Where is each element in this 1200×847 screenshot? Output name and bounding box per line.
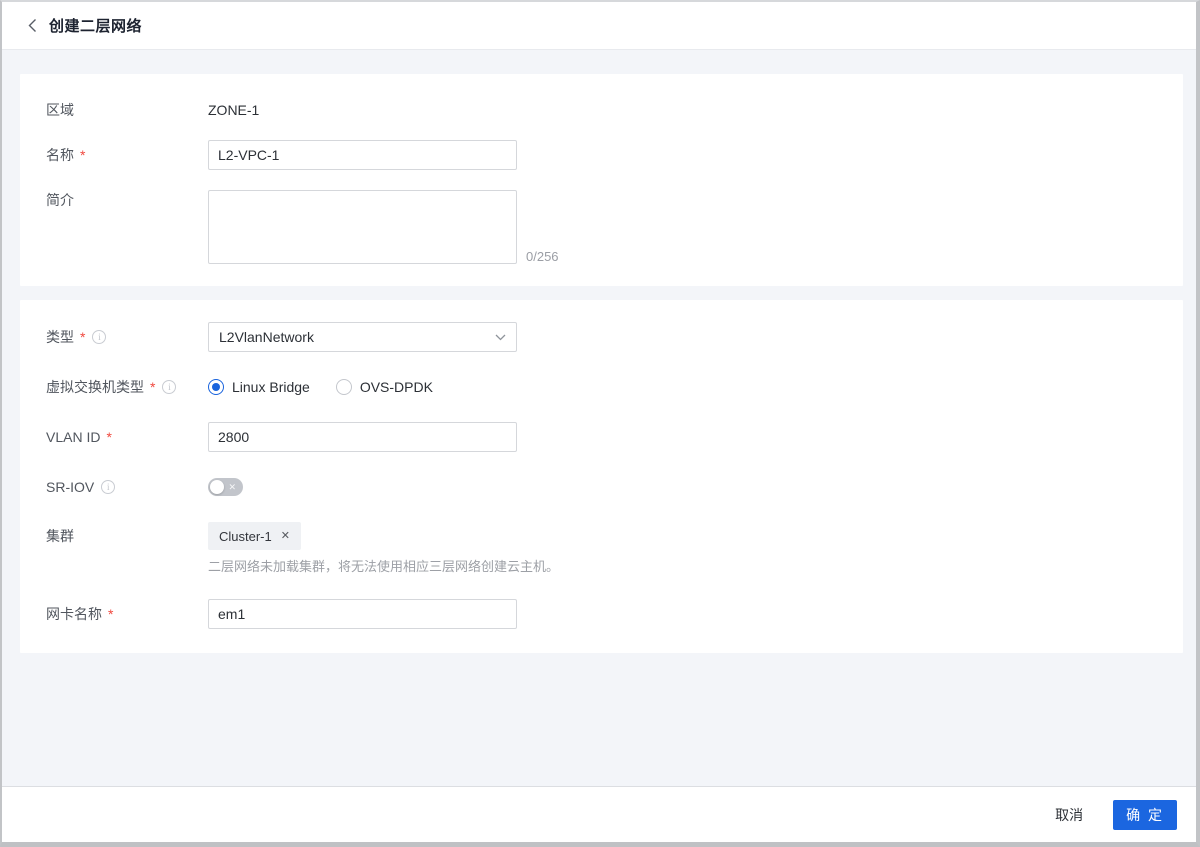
chevron-left-icon [28, 19, 36, 32]
cancel-button[interactable]: 取消 [1053, 801, 1085, 829]
form-content: 区域 ZONE-1 名称 * 简介 0/256 [2, 50, 1196, 786]
vswitch-type-label: 虚拟交换机类型 [46, 379, 144, 395]
radio-linux-bridge[interactable]: Linux Bridge [208, 379, 310, 395]
description-label: 简介 [46, 192, 74, 208]
vlan-id-row: VLAN ID * [46, 422, 1157, 452]
sriov-label: SR-IOV [46, 479, 95, 495]
required-asterisk: * [106, 429, 112, 445]
required-asterisk: * [80, 147, 86, 163]
cluster-hint: 二层网络未加载集群，将无法使用相应三层网络创建云主机。 [208, 559, 560, 574]
name-label: 名称 [46, 147, 74, 163]
required-asterisk: * [150, 379, 156, 395]
back-button[interactable] [28, 18, 37, 33]
nic-name-row: 网卡名称 * [46, 599, 1157, 629]
description-textarea[interactable] [208, 190, 517, 264]
char-counter: 0/256 [526, 249, 559, 264]
name-input[interactable] [208, 140, 517, 170]
confirm-button[interactable]: 确 定 [1113, 799, 1177, 830]
type-select[interactable]: L2VlanNetwork [208, 322, 517, 352]
sriov-toggle[interactable]: ✕ [208, 478, 243, 496]
footer-actions: 取消 确 定 [2, 786, 1196, 842]
cluster-tag-text: Cluster-1 [219, 528, 272, 544]
required-asterisk: * [80, 329, 86, 345]
type-label: 类型 [46, 329, 74, 345]
name-row: 名称 * [46, 140, 1157, 170]
sriov-row: SR-IOV i ✕ [46, 472, 1157, 502]
tag-close-icon[interactable]: ✕ [281, 530, 290, 542]
page-title: 创建二层网络 [49, 18, 143, 35]
cluster-label: 集群 [46, 528, 74, 544]
type-row: 类型 * i L2VlanNetwork [46, 322, 1157, 352]
create-l2-network-page: 创建二层网络 区域 ZONE-1 名称 * 简介 [0, 0, 1200, 847]
cluster-tag: Cluster-1 ✕ [208, 522, 301, 550]
type-select-value: L2VlanNetwork [219, 329, 314, 345]
info-icon[interactable]: i [162, 380, 177, 394]
description-row: 简介 0/256 [46, 190, 1157, 264]
nic-name-input[interactable] [208, 599, 517, 629]
nic-name-label: 网卡名称 [46, 606, 102, 622]
radio-ovs-dpdk[interactable]: OVS-DPDK [335, 379, 433, 395]
radio-selected-icon [208, 379, 224, 395]
page-header: 创建二层网络 [2, 2, 1196, 50]
toggle-knob [210, 480, 224, 494]
zone-row: 区域 ZONE-1 [46, 100, 1157, 120]
radio-unselected-icon [335, 379, 352, 395]
info-icon[interactable]: i [92, 330, 107, 344]
radio-label: OVS-DPDK [359, 379, 433, 395]
basic-info-card: 区域 ZONE-1 名称 * 简介 0/256 [20, 74, 1183, 286]
chevron-down-icon [495, 334, 506, 340]
cluster-row: 集群 Cluster-1 ✕ 二层网络未加载集群，将无法使用相应三层网络创建云主… [46, 522, 1157, 575]
vlan-id-input[interactable] [208, 422, 517, 452]
vlan-id-label: VLAN ID [46, 429, 101, 445]
network-config-card: 类型 * i L2VlanNetwork 虚拟交换机类型 * i Linux B… [20, 300, 1183, 653]
info-icon[interactable]: i [101, 480, 116, 494]
toggle-off-icon: ✕ [228, 482, 236, 492]
zone-value: ZONE-1 [208, 102, 260, 118]
zone-label: 区域 [46, 102, 74, 118]
required-asterisk: * [108, 606, 114, 622]
radio-label: Linux Bridge [232, 379, 310, 395]
vswitch-type-row: 虚拟交换机类型 * i Linux Bridge OVS-DPDK [46, 372, 1157, 402]
